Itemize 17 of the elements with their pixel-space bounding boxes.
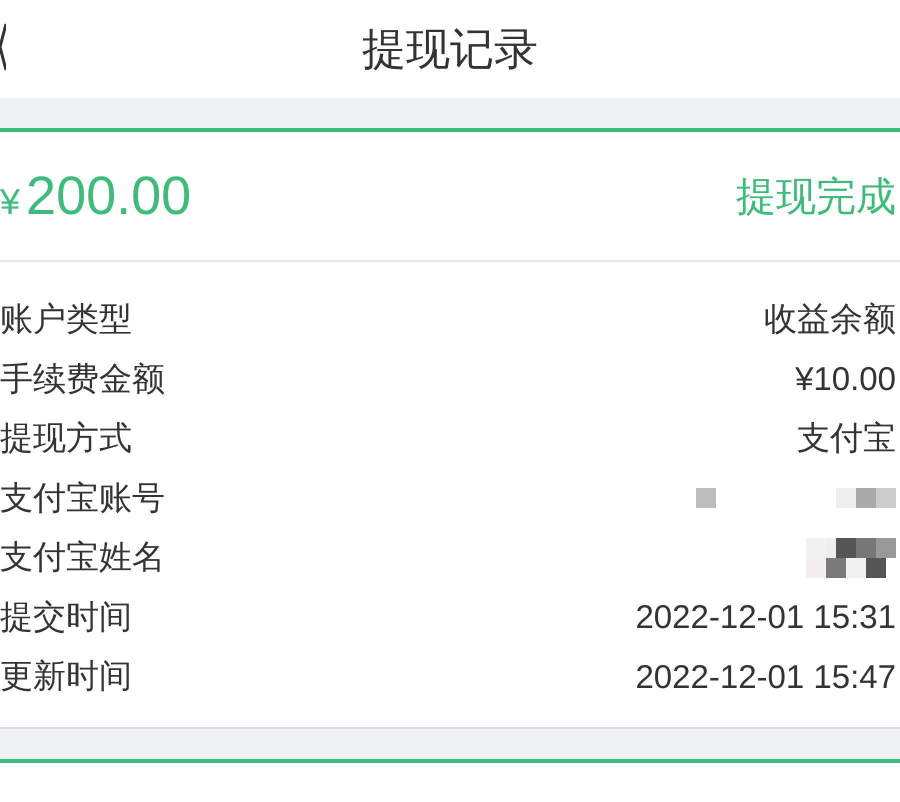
status-label: 提现完成 bbox=[736, 174, 896, 220]
page-title: 提现记录 bbox=[362, 24, 538, 76]
row-label: 提交时间 bbox=[0, 596, 132, 637]
back-icon[interactable] bbox=[0, 22, 6, 72]
row-label: 支付宝账号 bbox=[0, 478, 165, 518]
redacted-mosaic-drawing bbox=[836, 488, 896, 508]
row-value: ¥10.00 bbox=[795, 360, 896, 398]
row-value: 收益余额 bbox=[764, 299, 896, 340]
redacted-mosaic-drawing bbox=[696, 488, 716, 508]
row-label: 支付宝姓名 bbox=[0, 537, 165, 578]
row-label: 提现方式 bbox=[0, 418, 132, 458]
row-label: 账户类型 bbox=[0, 299, 132, 340]
row-label: 手续费金额 bbox=[0, 358, 165, 399]
row-value: 2022-12-01 15:47 bbox=[635, 658, 896, 696]
row-value: 支付宝 bbox=[797, 418, 896, 458]
row-label: 更新时间 bbox=[0, 656, 132, 696]
row-value: 2022-12-01 15:31 bbox=[635, 598, 896, 636]
